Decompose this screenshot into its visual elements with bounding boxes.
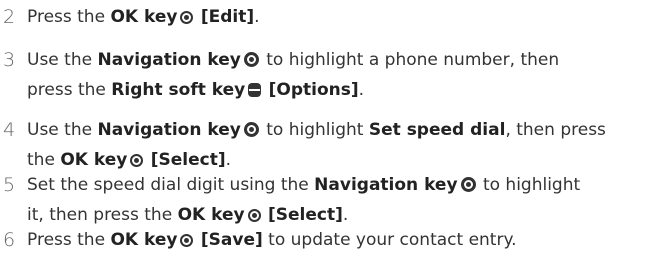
set-speed-dial-label: Set speed dial (368, 120, 506, 140)
step-number: 6 (3, 229, 16, 251)
step-text-run: Press the (27, 230, 111, 250)
ok-key-term: OK key (60, 150, 128, 170)
step-text-run: to highlight a phone number, then (260, 50, 560, 70)
step-text-run: to update your contact entry. (262, 230, 517, 250)
navigation-key-term: Navigation key (97, 50, 241, 70)
navigation-key-icon (243, 52, 259, 67)
navigation-key-term: Navigation key (314, 175, 458, 195)
ok-key-term: OK key (110, 230, 178, 250)
step-text-run: Use the (27, 120, 98, 140)
instruction-steps: 2 Press the OK key [Edit]. 3 Use the Nav… (0, 0, 648, 265)
step-text: Press the OK key [Edit]. (27, 2, 627, 32)
ok-key-icon (130, 154, 144, 167)
edit-label: [Edit] (200, 7, 255, 27)
step-number: 2 (3, 6, 16, 28)
step-text: Set the speed dial digit using the Navig… (27, 170, 627, 230)
step-text-run: . (225, 150, 232, 170)
ok-key-term: OK key (110, 7, 178, 27)
right-soft-key-term: Right soft key (111, 80, 246, 100)
step-text-run: Set the speed dial digit using the (27, 175, 315, 195)
step-number: 4 (3, 119, 16, 141)
ok-key-icon (180, 11, 194, 24)
step-text: Press the OK key [Save] to update your c… (27, 225, 627, 255)
step-text-run: . (254, 7, 260, 27)
ok-key-term: OK key (177, 205, 245, 225)
options-label: [Options] (268, 80, 359, 100)
right-soft-key-icon (248, 83, 262, 97)
select-label: [Select] (267, 205, 343, 225)
step-text-run: Press the (27, 7, 111, 27)
step-number: 3 (3, 49, 16, 71)
ok-key-icon (180, 234, 194, 247)
step-text-run: to highlight (477, 175, 581, 195)
select-label: [Select] (150, 150, 226, 170)
step-text-run: the (27, 150, 61, 170)
step-text: Use the Navigation key to highlight a ph… (27, 45, 627, 105)
navigation-key-icon (460, 177, 476, 192)
step-text-run: . (358, 80, 365, 100)
step-text-run: to highlight (260, 120, 369, 140)
step-text-run: , then press (505, 120, 606, 140)
navigation-key-icon (243, 122, 259, 137)
step-text-run: it, then press the (27, 205, 178, 225)
step-text: Use the Navigation key to highlight Set … (27, 115, 627, 175)
step-text-run: . (342, 205, 349, 225)
save-label: [Save] (200, 230, 263, 250)
step-text-run: press the (27, 80, 112, 100)
step-number: 5 (3, 174, 16, 196)
ok-key-icon (247, 209, 261, 222)
navigation-key-term: Navigation key (97, 120, 241, 140)
step-text-run: Use the (27, 50, 98, 70)
